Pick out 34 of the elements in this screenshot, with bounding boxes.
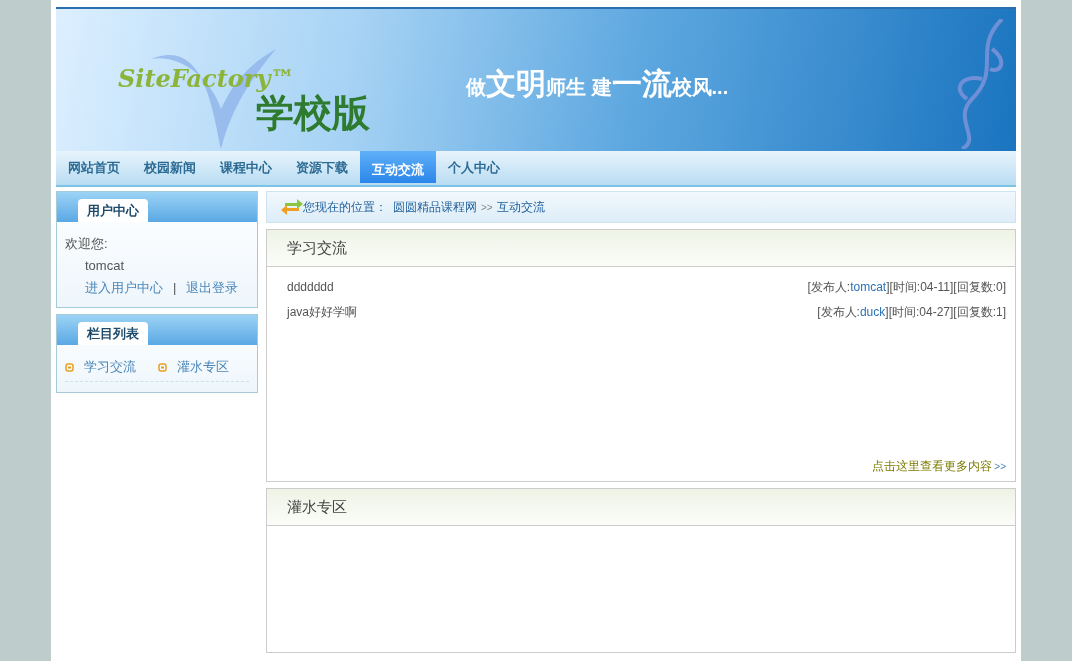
breadcrumb-label: 您现在的位置： [303,199,387,216]
post-meta: [发布人:tomcat][时间:04-11][回复数:0] [807,279,1006,296]
arrows-icon [281,198,303,216]
post-link[interactable]: ddddddd [287,277,334,298]
nav-tab[interactable]: 课程中心 [208,151,284,185]
panel-title: 栏目列表 [78,322,148,345]
nav-tab[interactable]: 互动交流 [360,149,436,183]
nav-tab[interactable]: 个人中心 [436,151,512,185]
nav-tab[interactable]: 资源下载 [284,151,360,185]
column-link[interactable]: 灌水专区 [177,357,229,377]
bullet-icon [158,361,167,372]
logo-text: SiteFactory™ [118,63,295,94]
author-link[interactable]: duck [859,305,886,319]
breadcrumb-link[interactable]: 圆圆精品课程网 [393,198,477,216]
post-link[interactable]: java好好学啊 [287,302,357,323]
breadcrumb-separator: >> [481,200,493,215]
logout-link[interactable]: 退出登录 [186,277,239,299]
username: tomcat [84,257,125,275]
section-title: 学习交流 [287,237,347,258]
more-link[interactable]: 点击这里查看更多内容 [872,457,993,475]
section-title: 灌水专区 [287,496,347,517]
slogan-text: 做文明师生 建一流校风... [466,66,729,102]
post-meta: [发布人:duck][时间:04-27][回复数:1] [817,304,1006,321]
nav-tab[interactable]: 校园新闻 [132,151,208,185]
author-link[interactable]: tomcat [850,280,887,294]
welcome-text: 欢迎您: [65,235,109,253]
panel-title: 用户中心 [78,199,148,222]
separator: | [173,279,177,297]
bullet-icon [65,361,74,372]
breadcrumb-link[interactable]: 互动交流 [496,198,545,216]
user-center-link[interactable]: 进入用户中心 [85,277,163,299]
nav-tab[interactable]: 网站首页 [56,151,132,185]
column-link[interactable]: 学习交流 [84,357,136,377]
more-arrow: >> [994,459,1006,474]
